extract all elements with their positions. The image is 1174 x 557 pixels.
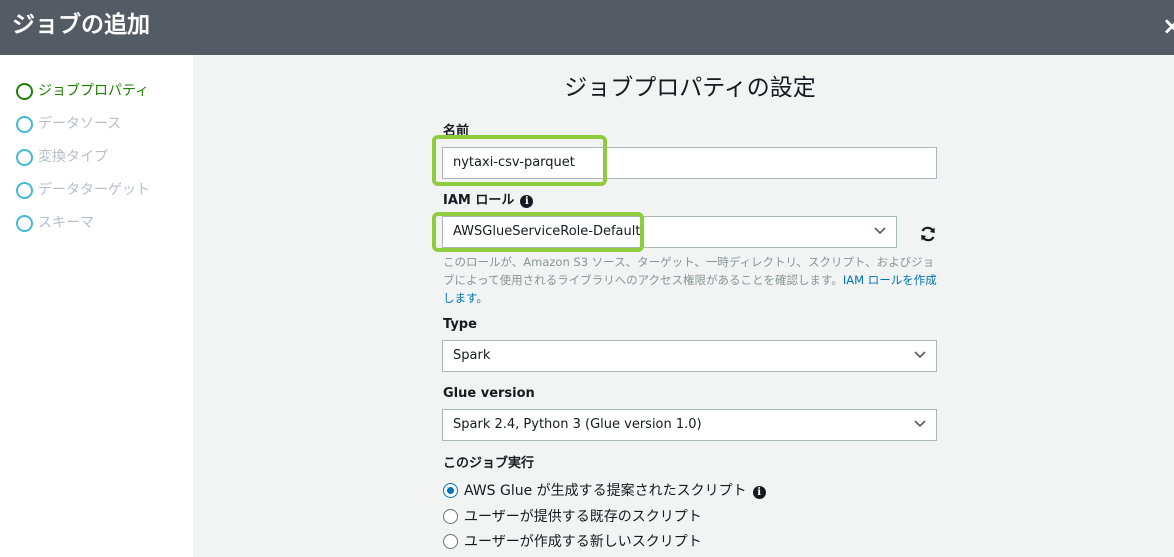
name-label: 名前	[443, 124, 470, 139]
iam-role-select[interactable]: AWSGlueServiceRole-Default	[442, 216, 897, 248]
step-circle-icon	[16, 215, 33, 232]
section-title: ジョブプロパティの設定	[564, 75, 816, 101]
type-select[interactable]: Spark	[442, 340, 937, 372]
iam-role-help-text: このロールが、Amazon S3 ソース、ターゲット、一時ディレクトリ、スクリプ…	[443, 253, 943, 307]
wizard-step-label: ジョブプロパティ	[38, 83, 150, 99]
close-icon[interactable]: ×	[1162, 12, 1174, 40]
chevron-down-icon	[914, 351, 926, 359]
iam-role-label: IAM ロール i	[443, 192, 534, 210]
modal-header: ジョブの追加 ×	[0, 0, 1174, 55]
modal-title: ジョブの追加	[12, 12, 150, 38]
radio-button[interactable]	[443, 509, 458, 524]
type-value: Spark	[453, 348, 491, 363]
iam-role-value: AWSGlueServiceRole-Default	[453, 224, 641, 239]
radio-label: AWS Glue が生成する提案されたスクリプト i	[464, 481, 766, 501]
wizard-step-label: データターゲット	[38, 182, 150, 198]
step-circle-icon	[16, 116, 33, 133]
radio-button[interactable]	[443, 534, 458, 549]
step-circle-icon	[16, 83, 33, 100]
chevron-down-icon	[874, 227, 886, 235]
wizard-sidebar: ジョブプロパティ データソース 変換タイプ データターゲット スキーマ	[0, 55, 193, 557]
radio-button[interactable]	[443, 483, 458, 498]
job-run-label: このジョブ実行	[443, 456, 535, 471]
glue-version-select[interactable]: Spark 2.4, Python 3 (Glue version 1.0)	[442, 409, 937, 441]
step-circle-icon	[16, 149, 33, 166]
radio-label: ユーザーが提供する既存のスクリプト	[464, 509, 702, 525]
wizard-step-label: スキーマ	[38, 215, 94, 231]
wizard-step-label: 変換タイプ	[38, 149, 108, 165]
glue-version-label: Glue version	[443, 386, 535, 401]
glue-version-value: Spark 2.4, Python 3 (Glue version 1.0)	[453, 417, 702, 432]
wizard-step-label: データソース	[38, 116, 122, 132]
step-circle-icon	[16, 182, 33, 199]
iam-role-label-text: IAM ロール	[443, 193, 515, 208]
job-name-input[interactable]: nytaxi-csv-parquet	[442, 147, 937, 179]
info-icon[interactable]: i	[520, 195, 534, 208]
radio-label: ユーザーが作成する新しいスクリプト	[464, 534, 702, 550]
type-label: Type	[443, 317, 477, 332]
chevron-down-icon	[914, 420, 926, 428]
refresh-icon[interactable]	[919, 225, 937, 243]
info-icon[interactable]: i	[752, 486, 766, 499]
job-name-value: nytaxi-csv-parquet	[453, 155, 575, 170]
radio-label-text: AWS Glue が生成する提案されたスクリプト	[464, 483, 747, 499]
